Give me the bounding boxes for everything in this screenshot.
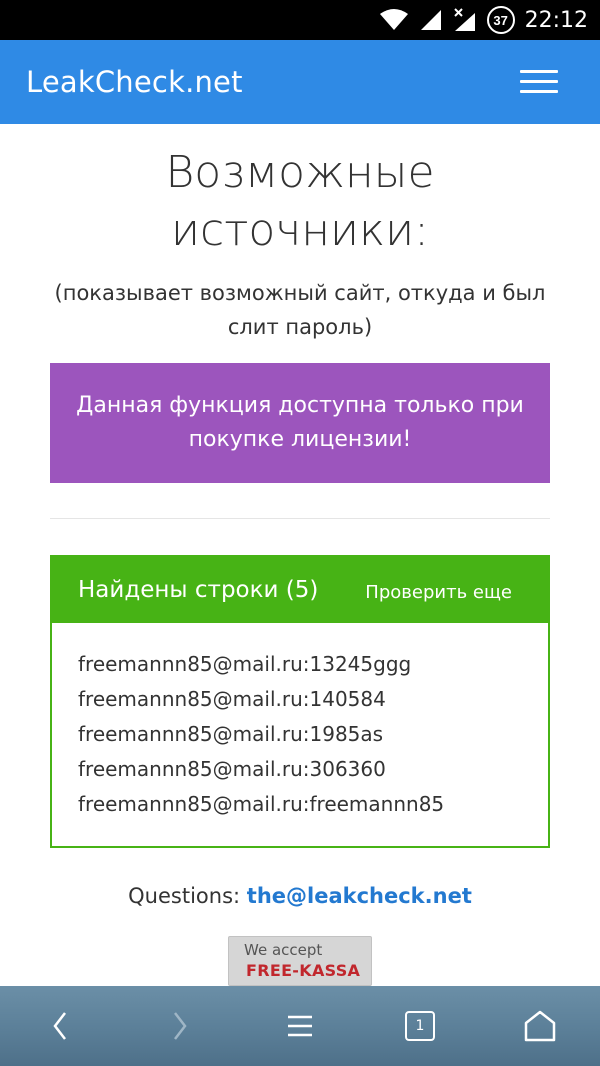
result-row: freemannn85@mail.ru:13245ggg: [78, 652, 412, 676]
license-notice-text: Данная функция доступна только при покуп…: [76, 389, 524, 457]
status-bar: 37 22:12: [0, 0, 600, 40]
results-panel-header: Найдены строки (5) Проверить еще: [52, 557, 548, 623]
badge-line2: FREE-KASSA: [246, 961, 361, 980]
free-kassa-badge[interactable]: We accept FREE-KASSA: [228, 936, 372, 986]
license-line2: покупке лицензии!: [188, 427, 412, 452]
page-title: Возможные источники:: [0, 144, 600, 260]
status-time: 22:12: [524, 7, 588, 33]
wifi-icon: [379, 9, 408, 30]
home-icon[interactable]: [510, 986, 570, 1066]
app-bar: LeakCheck.net: [0, 40, 600, 124]
page-subtitle: (показывает возможный сайт, откуда и был…: [50, 276, 550, 344]
menu-icon[interactable]: [270, 986, 330, 1066]
signal-icon: [420, 10, 441, 30]
results-list: freemannn85@mail.ru:13245ggg freemannn85…: [78, 647, 528, 822]
tabs-icon[interactable]: 1: [390, 986, 450, 1066]
battery-icon: 37: [486, 6, 515, 34]
subtitle-line2: слит пароль): [227, 315, 373, 339]
subtitle-line1: (показывает возможный сайт, откуда и был: [54, 281, 546, 305]
battery-level: 37: [493, 12, 508, 28]
page-title-line2: источники:: [171, 205, 429, 256]
result-row: freemannn85@mail.ru:306360: [78, 757, 386, 781]
result-row: freemannn85@mail.ru:freemannn85: [78, 792, 445, 816]
results-title: Найдены строки (5): [78, 577, 319, 603]
no-data-signal-icon: [453, 8, 475, 31]
badge-line1: We accept: [244, 941, 323, 959]
forward-icon[interactable]: [150, 986, 210, 1066]
check-again-link[interactable]: Проверить еще: [365, 557, 512, 629]
questions-label: Questions:: [128, 884, 241, 908]
license-notice: Данная функция доступна только при покуп…: [50, 363, 550, 483]
site-brand[interactable]: LeakCheck.net: [26, 40, 243, 124]
license-line1: Данная функция доступна только при: [76, 393, 524, 418]
questions-line: Questions: the@leakcheck.net: [0, 884, 600, 908]
result-row: freemannn85@mail.ru:140584: [78, 687, 386, 711]
contact-email-link[interactable]: the@leakcheck.net: [247, 884, 472, 908]
hamburger-icon[interactable]: [520, 70, 558, 94]
result-row: freemannn85@mail.ru:1985as: [78, 722, 384, 746]
browser-nav-bar: 1: [0, 986, 600, 1066]
tab-count: 1: [415, 1018, 425, 1034]
results-panel: Найдены строки (5) Проверить еще freeman…: [50, 555, 550, 848]
page-title-line1: Возможные: [165, 147, 435, 198]
back-icon[interactable]: [30, 986, 90, 1066]
divider: [50, 518, 550, 519]
